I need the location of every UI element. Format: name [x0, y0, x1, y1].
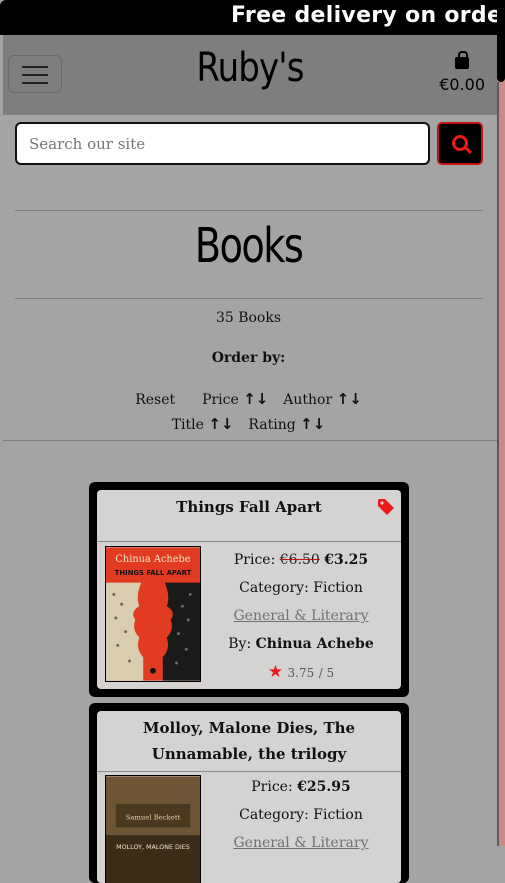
svg-text:Samuel Beckett: Samuel Beckett: [126, 814, 181, 822]
brand-logo[interactable]: Ruby's: [40, 45, 460, 91]
sort-price-arrows[interactable]: ↑↓: [243, 390, 268, 408]
cart-total: €0.00: [439, 75, 485, 94]
star-icon: ★: [267, 662, 284, 682]
sort-price-label: Price: [202, 392, 239, 408]
book-cover-image[interactable]: Chinua Achebe THINGS FALL APART: [105, 546, 201, 682]
sort-rating-label: Rating: [248, 417, 296, 433]
book-title[interactable]: Things Fall Apart: [97, 490, 401, 520]
price-label: Price:: [251, 779, 293, 795]
svg-text:THINGS FALL APART: THINGS FALL APART: [115, 569, 192, 577]
divider: [3, 440, 497, 441]
sort-title-label: Title: [171, 417, 204, 433]
search-input[interactable]: [15, 122, 430, 165]
sort-row-1: Reset Price ↑↓ Author ↑↓: [0, 390, 497, 408]
banner-text: Free delivery on orders: [231, 3, 497, 28]
sort-author-label: Author: [283, 392, 333, 408]
rating-value: 3.75: [287, 666, 315, 680]
category-label: Category:: [239, 807, 309, 823]
order-by-label: Order by:: [211, 350, 286, 366]
scrollbar[interactable]: [497, 0, 505, 846]
category-value: Fiction: [313, 580, 363, 596]
sort-title-arrows[interactable]: ↑↓: [208, 415, 233, 433]
author-name: Chinua Achebe: [255, 636, 374, 652]
sale-tag-icon: [378, 499, 394, 515]
book-card[interactable]: Molloy, Malone Dies, The Unnamable, the …: [89, 703, 409, 883]
old-price: €6.50: [279, 552, 320, 568]
category-label: Category:: [239, 580, 309, 596]
search-button[interactable]: [437, 122, 483, 165]
sale-price: €3.25: [324, 552, 369, 568]
subcategory-link[interactable]: General & Literary: [234, 835, 369, 851]
book-info: Price: €6.50 €3.25 Category: Fiction Gen…: [201, 546, 401, 687]
rating-max: / 5: [318, 666, 335, 680]
sort-reset-link[interactable]: Reset: [135, 392, 175, 408]
price-label: Price:: [233, 552, 276, 568]
scrollbar-track: [497, 82, 499, 846]
page-title: Books: [194, 218, 304, 274]
sort-rating-arrows[interactable]: ↑↓: [300, 415, 325, 433]
divider: [15, 210, 483, 211]
cart-link[interactable]: €0.00: [439, 51, 485, 94]
svg-text:Chinua Achebe: Chinua Achebe: [115, 554, 190, 565]
svg-text:MOLLOY, MALONE DIES: MOLLOY, MALONE DIES: [116, 844, 190, 851]
navbar: Ruby's €0.00: [3, 35, 497, 115]
sort-author-arrows[interactable]: ↑↓: [337, 390, 362, 408]
delivery-banner: Free delivery on orders: [0, 0, 497, 35]
shopping-bag-icon: [455, 51, 470, 69]
by-label: By:: [228, 636, 252, 652]
book-cover-image[interactable]: Samuel Beckett MOLLOY, MALONE DIES: [105, 775, 201, 883]
book-count: 35 Books: [215, 310, 282, 326]
divider: [15, 298, 483, 299]
scrollbar-thumb[interactable]: [497, 0, 505, 82]
category-value: Fiction: [313, 807, 363, 823]
subcategory-link[interactable]: General & Literary: [234, 608, 369, 624]
book-info: Price: €25.95 Category: Fiction General …: [201, 773, 401, 857]
book-card[interactable]: Things Fall Apart Chinua Achebe THINGS F…: [89, 482, 409, 697]
sort-row-2: Title ↑↓ Rating ↑↓: [0, 415, 497, 433]
book-title[interactable]: Molloy, Malone Dies, The Unnamable, the …: [97, 711, 401, 767]
price: €25.95: [297, 779, 351, 795]
